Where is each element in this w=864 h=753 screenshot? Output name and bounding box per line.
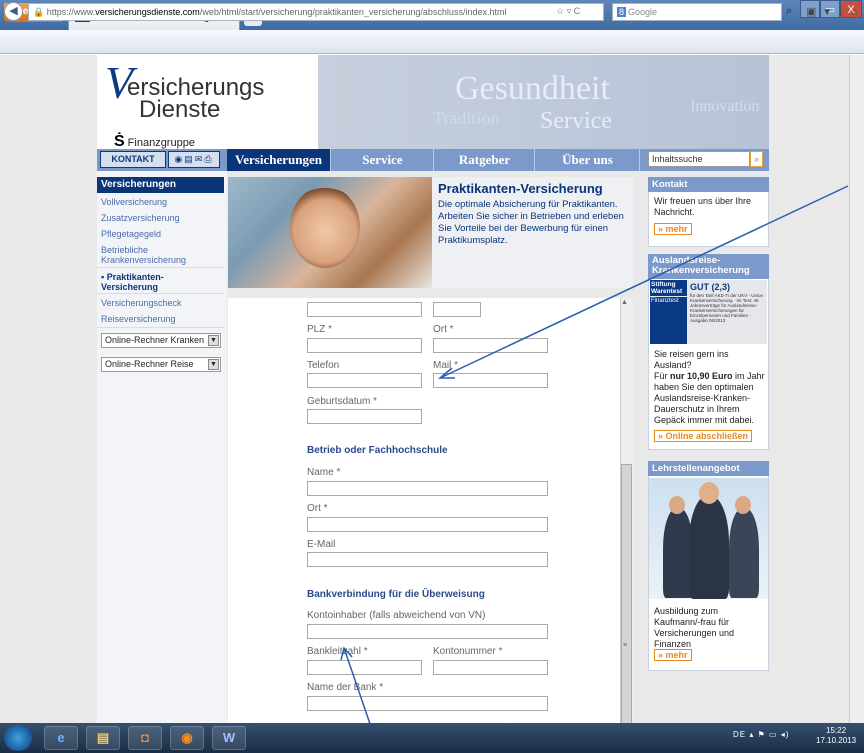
telefon-label: Telefon: [307, 360, 340, 371]
scroll-up-arrow-icon[interactable]: ▲: [621, 299, 628, 306]
ausland-box-heading: Auslandsreise-Krankenversicherung: [648, 254, 769, 279]
nav-tab-versicherungen[interactable]: Versicherungen: [227, 149, 331, 171]
ort2-input[interactable]: [307, 517, 548, 532]
taskbar-clock[interactable]: 15:22 17.10.2013: [816, 726, 856, 746]
page-scrollbar[interactable]: [849, 55, 864, 725]
explorer-folder-icon[interactable]: ▤: [86, 726, 120, 750]
select-rechner-reise[interactable]: Online-Rechner Reise ▼: [101, 357, 221, 372]
chevron-down-icon: ▼: [208, 359, 219, 370]
kontoinhaber-input[interactable]: [307, 624, 548, 639]
media-player-icon[interactable]: ◘: [128, 726, 162, 750]
test-rating: GUT (2,3): [690, 282, 731, 292]
lock-icon: 🔒: [33, 7, 45, 17]
system-tray[interactable]: DE ▴ ⚑ ▭ ◂): [733, 730, 789, 739]
internet-explorer-icon[interactable]: e: [44, 726, 78, 750]
kontakt-mehr-link[interactable]: » mehr: [654, 223, 692, 235]
word-icon[interactable]: W: [212, 726, 246, 750]
kontakt-button[interactable]: KONTAKT: [100, 151, 166, 168]
kontoinhaber-label: Kontoinhaber (falls abweichend von VN): [307, 610, 486, 621]
sparkasse-icon: Ṡ: [114, 133, 125, 150]
toolbar-icons[interactable]: ▣▾↓⌂: [806, 5, 864, 18]
web-search-input[interactable]: 8 Google: [612, 3, 782, 21]
plz-label: PLZ *: [307, 324, 333, 335]
back-button-icon[interactable]: ◀: [4, 2, 23, 21]
lehrstellen-box-heading: Lehrstellenangebot: [648, 461, 769, 476]
site-search-input[interactable]: Inhaltssuche: [648, 151, 750, 167]
sidebar-item-betriebliche[interactable]: Betriebliche Krankenversicherung: [97, 242, 224, 268]
sidebar-item-versicherungscheck[interactable]: Versicherungscheck: [97, 295, 224, 312]
browser-navbar: [0, 30, 864, 54]
email-label: E-Mail: [307, 539, 336, 550]
banner-word-innovation: Innovation: [690, 98, 760, 115]
online-abschliessen-link[interactable]: » Online abschließen: [654, 430, 753, 442]
scroll-grip-icon: ≡: [623, 642, 628, 649]
form-scrollbar-thumb[interactable]: [621, 464, 632, 725]
lehrstellen-text: Ausbildung zum Kaufmann/-frau für Versic…: [654, 606, 735, 649]
ort2-label: Ort *: [307, 503, 328, 514]
bankleitzahl-label: Bankleitzahl *: [307, 646, 368, 657]
nav-tab-ratgeber[interactable]: Ratgeber: [435, 149, 535, 171]
kontonummer-input[interactable]: [433, 660, 548, 675]
name-label: Name *: [307, 467, 341, 478]
ort-label: Ort *: [433, 324, 454, 335]
bookmark-reload-icons[interactable]: ☆ ▿ C: [556, 6, 580, 17]
business-team-image: [649, 478, 768, 599]
banner-word-service: Service: [540, 108, 612, 134]
hero-portrait: [290, 186, 360, 268]
banner-word-gesundheit: Gesundheit: [455, 70, 610, 107]
stiftung-warentest-label: Stiftung Warentest: [650, 280, 687, 296]
mail-input[interactable]: [433, 373, 548, 388]
search-icon[interactable]: ⌕: [786, 5, 792, 18]
nav-tab-service[interactable]: Service: [332, 149, 434, 171]
page-title: Praktikanten-Versicherung: [438, 181, 603, 196]
site-search-button[interactable]: »: [750, 151, 763, 167]
lehrstellen-mehr-link[interactable]: » mehr: [654, 649, 692, 661]
sidebar-heading[interactable]: Versicherungen: [97, 177, 224, 193]
sidebar-item-vollversicherung[interactable]: Vollversicherung: [97, 194, 224, 211]
section-bank: Bankverbindung für die Überweisung: [307, 589, 485, 600]
geburtsdatum-input[interactable]: [307, 409, 422, 424]
strasse-input[interactable]: [307, 302, 422, 317]
select-rechner-kranken[interactable]: Online-Rechner Kranken ▼: [101, 333, 221, 348]
sidebar-item-reiseversicherung[interactable]: Reiseversicherung: [97, 311, 224, 328]
bankleitzahl-input[interactable]: [307, 660, 422, 675]
chevron-down-icon: ▼: [208, 335, 219, 346]
sidebar-item-zusatzversicherung[interactable]: Zusatzversicherung: [97, 210, 224, 227]
nav-tab-ueber-uns[interactable]: Über uns: [536, 149, 640, 171]
ausland-text: Sie reisen gern ins Ausland? Für nur 10,…: [654, 349, 765, 425]
test-details: für den Tarif AKD-Ti der UKV - Union Kra…: [690, 293, 764, 323]
geburtsdatum-label: Geburtsdatum *: [307, 396, 378, 407]
sidebar-item-praktikanten[interactable]: ▪ Praktikanten-Versicherung: [97, 269, 224, 294]
google-engine-icon: 8: [617, 7, 627, 17]
email-input[interactable]: [307, 552, 548, 567]
hero-description: Die optimale Absicherung für Praktikante…: [438, 199, 624, 246]
contact-icons[interactable]: ◉▤✉⎙: [168, 151, 220, 168]
section-betrieb: Betrieb oder Fachhochschule: [307, 445, 448, 456]
hausnummer-input[interactable]: [433, 302, 481, 317]
url-bar[interactable]: 🔒 https://www.versicherungsdienste.com/w…: [28, 3, 604, 21]
bankname-input[interactable]: [307, 696, 548, 711]
ort-input[interactable]: [433, 338, 548, 353]
start-button-icon[interactable]: [4, 725, 32, 751]
sidebar-item-pflegetagegeld[interactable]: Pflegetagegeld: [97, 226, 224, 243]
mail-label: Mail *: [433, 360, 459, 371]
plz-input[interactable]: [307, 338, 422, 353]
kontakt-box-heading: Kontakt: [648, 177, 769, 192]
bankname-label: Name der Bank *: [307, 682, 384, 693]
finanztest-label: Finanztest: [650, 297, 687, 344]
kontonummer-label: Kontonummer *: [433, 646, 503, 657]
application-form: [228, 298, 620, 725]
banner-word-tradition: Tradition: [433, 108, 500, 128]
telefon-input[interactable]: [307, 373, 422, 388]
kontakt-box-text: Wir freuen uns über Ihre Nachricht.: [654, 196, 752, 217]
name-input[interactable]: [307, 481, 548, 496]
firefox-icon[interactable]: ◉: [170, 726, 204, 750]
